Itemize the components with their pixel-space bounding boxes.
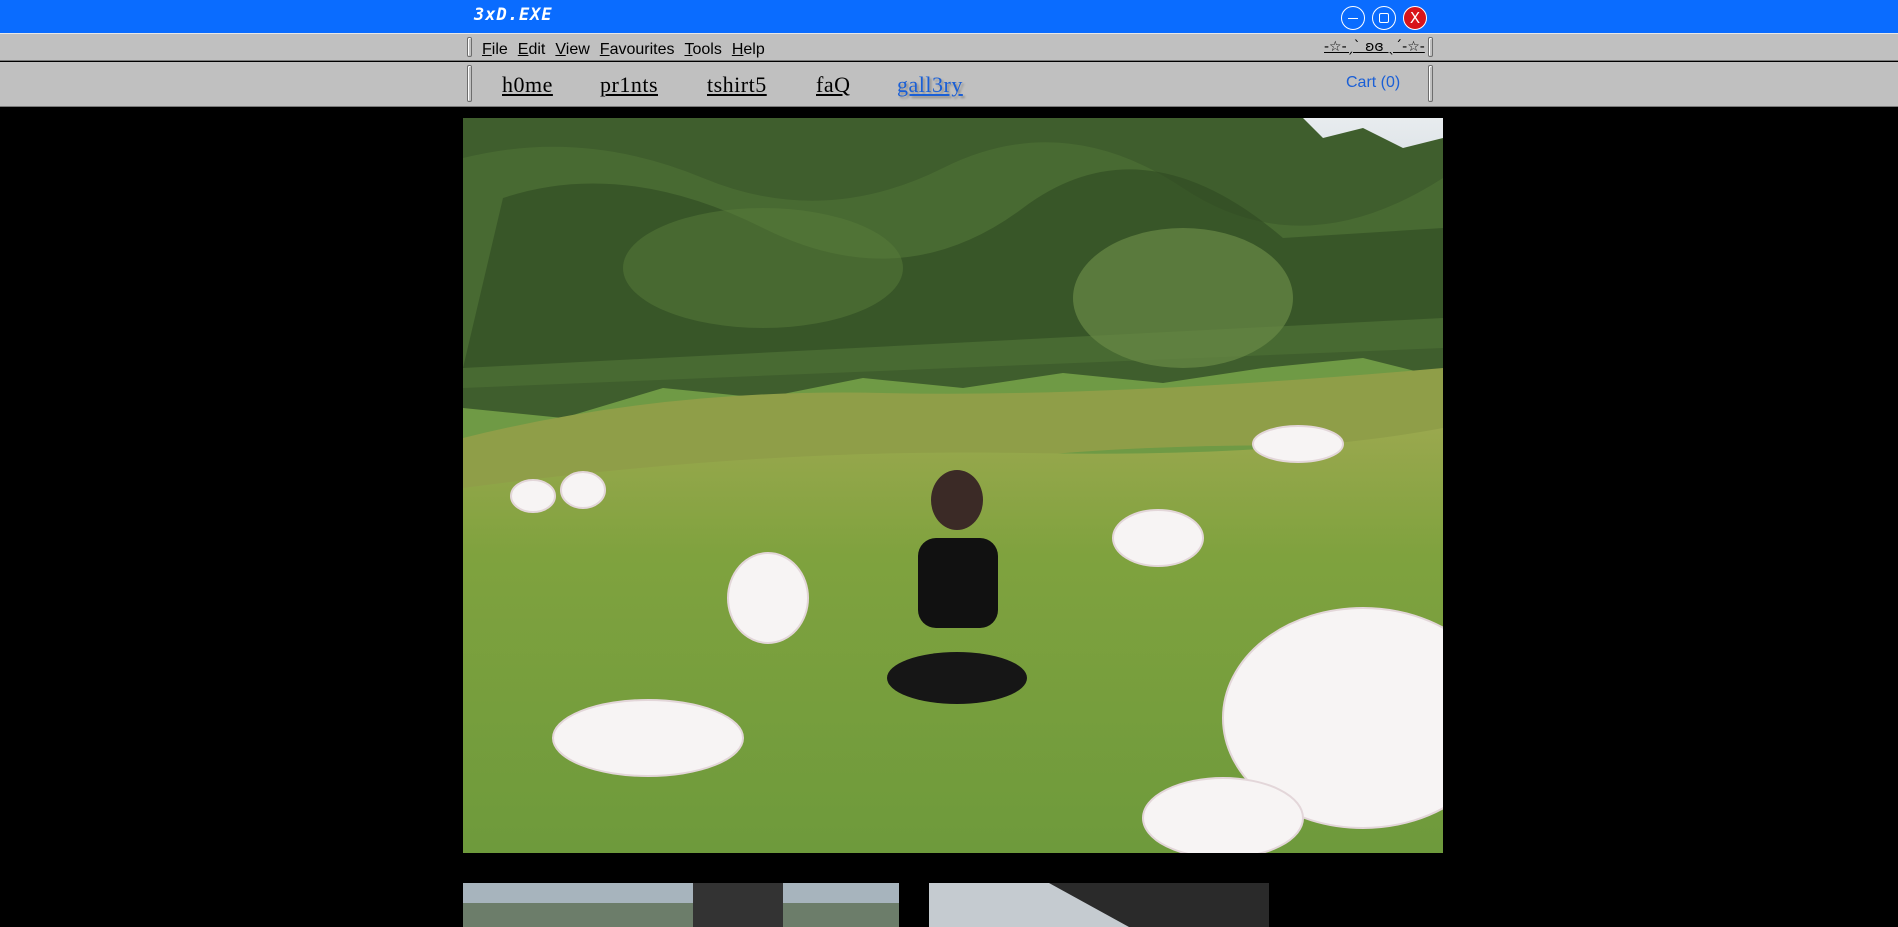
site-nav: h0me pr1nts tshirt5 faQ gall3ry Cart (0) — [0, 62, 1898, 107]
menubar-grip-left[interactable] — [467, 37, 472, 57]
maximize-icon — [1379, 13, 1389, 23]
menu-help[interactable]: Help — [732, 41, 765, 59]
thumb-2-illustration — [929, 883, 1269, 927]
navbar-grip-left[interactable] — [467, 65, 472, 102]
menubar-grip-right — [1428, 37, 1433, 57]
minimize-button[interactable] — [1341, 6, 1365, 30]
close-icon: X — [1409, 8, 1421, 27]
minimize-icon — [1348, 17, 1358, 19]
menu-tools[interactable]: Tools — [684, 41, 721, 59]
menu-favourites[interactable]: Favourites — [600, 41, 675, 59]
gallery-photo-thumb-2[interactable] — [929, 883, 1269, 927]
menu-bar: File Edit View Favourites Tools Help -☆-… — [0, 33, 1898, 61]
maximize-button[interactable] — [1372, 6, 1396, 30]
gallery-photo-main[interactable] — [463, 118, 1443, 853]
gallery-photo-thumb-1[interactable] — [463, 883, 899, 927]
cart-link[interactable]: Cart (0) — [1346, 74, 1400, 92]
nav-gallery[interactable]: gall3ry — [897, 72, 963, 98]
menu-edit[interactable]: Edit — [518, 41, 546, 59]
nav-prints[interactable]: pr1nts — [600, 72, 658, 98]
menu-view[interactable]: View — [555, 41, 589, 59]
decorative-kaomoji: -☆-ˏˋ ʚɞ ˎˊ-☆- — [1324, 39, 1425, 55]
nav-home[interactable]: h0me — [502, 72, 553, 98]
menu-file[interactable]: File — [482, 41, 508, 59]
menu-items: File Edit View Favourites Tools Help — [482, 41, 775, 59]
navbar-grip-right — [1428, 65, 1433, 102]
window-titlebar[interactable]: 3xD.EXE X — [0, 0, 1898, 33]
thumb-1-illustration — [463, 883, 899, 927]
window-title: 3xD.EXE — [474, 5, 553, 25]
close-button[interactable]: X — [1403, 6, 1427, 30]
nav-faq[interactable]: faQ — [816, 72, 850, 98]
photo-illustration — [463, 118, 1443, 853]
nav-tshirts[interactable]: tshirt5 — [707, 72, 767, 98]
